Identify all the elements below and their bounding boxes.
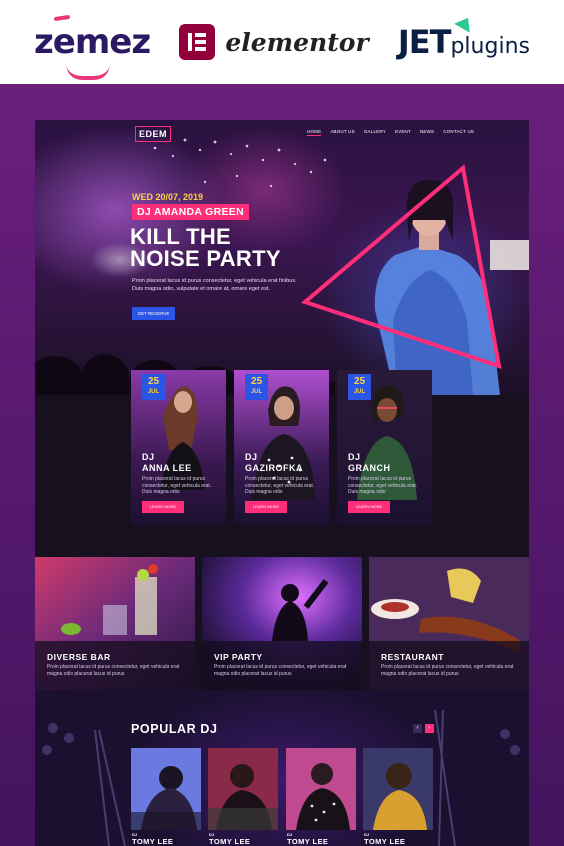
hero-title-line2: NOISE PARTY	[130, 246, 281, 271]
hero-section: EDEM HOME ABOUT US GALLERY EVENT NEWS CO…	[35, 120, 529, 395]
nav-news[interactable]: NEWS	[420, 129, 434, 136]
venue-title: VIP PARTY	[214, 652, 263, 662]
plugins-wordmark: plugins	[450, 34, 530, 59]
event-card-granch[interactable]: 25 JUL DJ GRANCH Proin placerat lacus id p…	[337, 370, 432, 525]
elementor-logo: elementor	[179, 24, 369, 60]
zemez-wordmark: zemez	[34, 22, 151, 62]
event-card-gazirofka[interactable]: 25 JUL DJ GAZIROFKA Proin placerat lacus i…	[234, 370, 329, 525]
event-cards: 25 JUL DJ ANNA LEE Proin placerat lacus id…	[131, 370, 433, 525]
get-reserve-button[interactable]: GET RESERVE	[132, 307, 175, 320]
learn-more-button[interactable]: LEARN MORE	[348, 501, 390, 513]
hero-description: Proin placerat lacus id purus consectetu…	[132, 278, 297, 292]
jet-wordmark: JET	[397, 23, 452, 61]
popular-dj-section: POPULAR DJ ‹ › DJ TOMY LEE DJ TOMY LEE D…	[35, 690, 529, 846]
nav-event[interactable]: EVENT	[395, 129, 411, 136]
next-arrow-icon[interactable]: ›	[425, 724, 434, 733]
dj-name: TOMY LEE	[287, 837, 329, 846]
card-description: Proin placerat lacus id purus consectetu…	[245, 476, 315, 495]
jet-leaf-icon	[454, 13, 476, 33]
edem-logo[interactable]: EDEM	[135, 126, 172, 142]
hero-title: KILL THE NOISE PARTY	[130, 226, 330, 270]
dj-name: TOMY LEE	[132, 837, 174, 846]
hero-title-line1: KILL THE	[130, 224, 231, 249]
dj-photo	[286, 748, 356, 830]
learn-more-button[interactable]: LEARN MORE	[142, 501, 184, 513]
popular-dj-card[interactable]	[363, 748, 433, 830]
dj-photo	[363, 748, 433, 830]
learn-more-button[interactable]: LEARN MORE	[245, 501, 287, 513]
zemez-logo: zemez	[34, 14, 151, 80]
zemez-smile-icon	[66, 64, 110, 80]
dj-photo	[208, 748, 278, 830]
site-preview: EDEM HOME ABOUT US GALLERY EVENT NEWS CO…	[35, 120, 529, 846]
nav-contact-us[interactable]: CONTACT US	[443, 129, 474, 136]
event-date: WED 20/07, 2019	[132, 192, 204, 202]
venue-vip-party[interactable]: VIP PARTY Proin placerat lacus id purus …	[202, 557, 362, 690]
zemez-accent-icon	[53, 14, 71, 22]
venue-restaurant[interactable]: RESTAURANT Proin placerat lacus id purus…	[369, 557, 529, 690]
card-description: Proin placerat lacus id purus consectetu…	[348, 476, 418, 495]
nav-menu: HOME ABOUT US GALLERY EVENT NEWS CONTACT…	[307, 129, 474, 136]
venue-description: Proin placerat lacus id purus consectetu…	[214, 664, 347, 677]
elementor-icon	[179, 24, 216, 60]
elementor-wordmark: elementor	[225, 27, 369, 57]
card-description: Proin placerat lacus id purus consectetu…	[142, 476, 212, 495]
popular-dj-card[interactable]	[286, 748, 356, 830]
popular-dj-card[interactable]	[131, 748, 201, 830]
popular-dj-title: POPULAR DJ	[131, 722, 218, 736]
venue-title: RESTAURANT	[381, 652, 444, 662]
card-dj-name: DJ GRANCH	[348, 452, 391, 473]
card-dj-name: DJ GAZIROFKA	[245, 452, 303, 473]
prev-arrow-icon[interactable]: ‹	[413, 724, 422, 733]
venue-diverse-bar[interactable]: DIVERSE BAR Proin placerat lacus id puru…	[35, 557, 195, 690]
venue-description: Proin placerat lacus id purus consectetu…	[47, 664, 180, 677]
event-card-anna-lee[interactable]: 25 JUL DJ ANNA LEE Proin placerat lacus id…	[131, 370, 226, 525]
popular-dj-card[interactable]	[208, 748, 278, 830]
carousel-arrows: ‹ ›	[413, 724, 434, 733]
event-date-badge: 25 JUL	[142, 374, 165, 400]
hero-dj-name: DJ AMANDA GREEN	[132, 204, 249, 220]
dj-name: TOMY LEE	[209, 837, 251, 846]
event-date-badge: 25 JUL	[245, 374, 268, 400]
venue-tiles: DIVERSE BAR Proin placerat lacus id puru…	[35, 557, 529, 690]
venue-description: Proin placerat lacus id purus consectetu…	[381, 664, 514, 677]
nav-gallery[interactable]: GALLERY	[364, 129, 386, 136]
event-date-badge: 25 JUL	[348, 374, 371, 400]
stage-lights-image	[42, 709, 520, 846]
nav-home[interactable]: HOME	[307, 129, 322, 136]
site-nav: EDEM HOME ABOUT US GALLERY EVENT NEWS CO…	[35, 120, 529, 142]
brand-banner: zemez elementor JETplugins	[0, 0, 564, 84]
venue-title: DIVERSE BAR	[47, 652, 111, 662]
card-dj-name: DJ ANNA LEE	[142, 452, 192, 473]
dj-photo	[131, 748, 201, 830]
dj-name: TOMY LEE	[364, 837, 406, 846]
jetplugins-logo: JETplugins	[397, 13, 530, 61]
nav-about-us[interactable]: ABOUT US	[330, 129, 355, 136]
